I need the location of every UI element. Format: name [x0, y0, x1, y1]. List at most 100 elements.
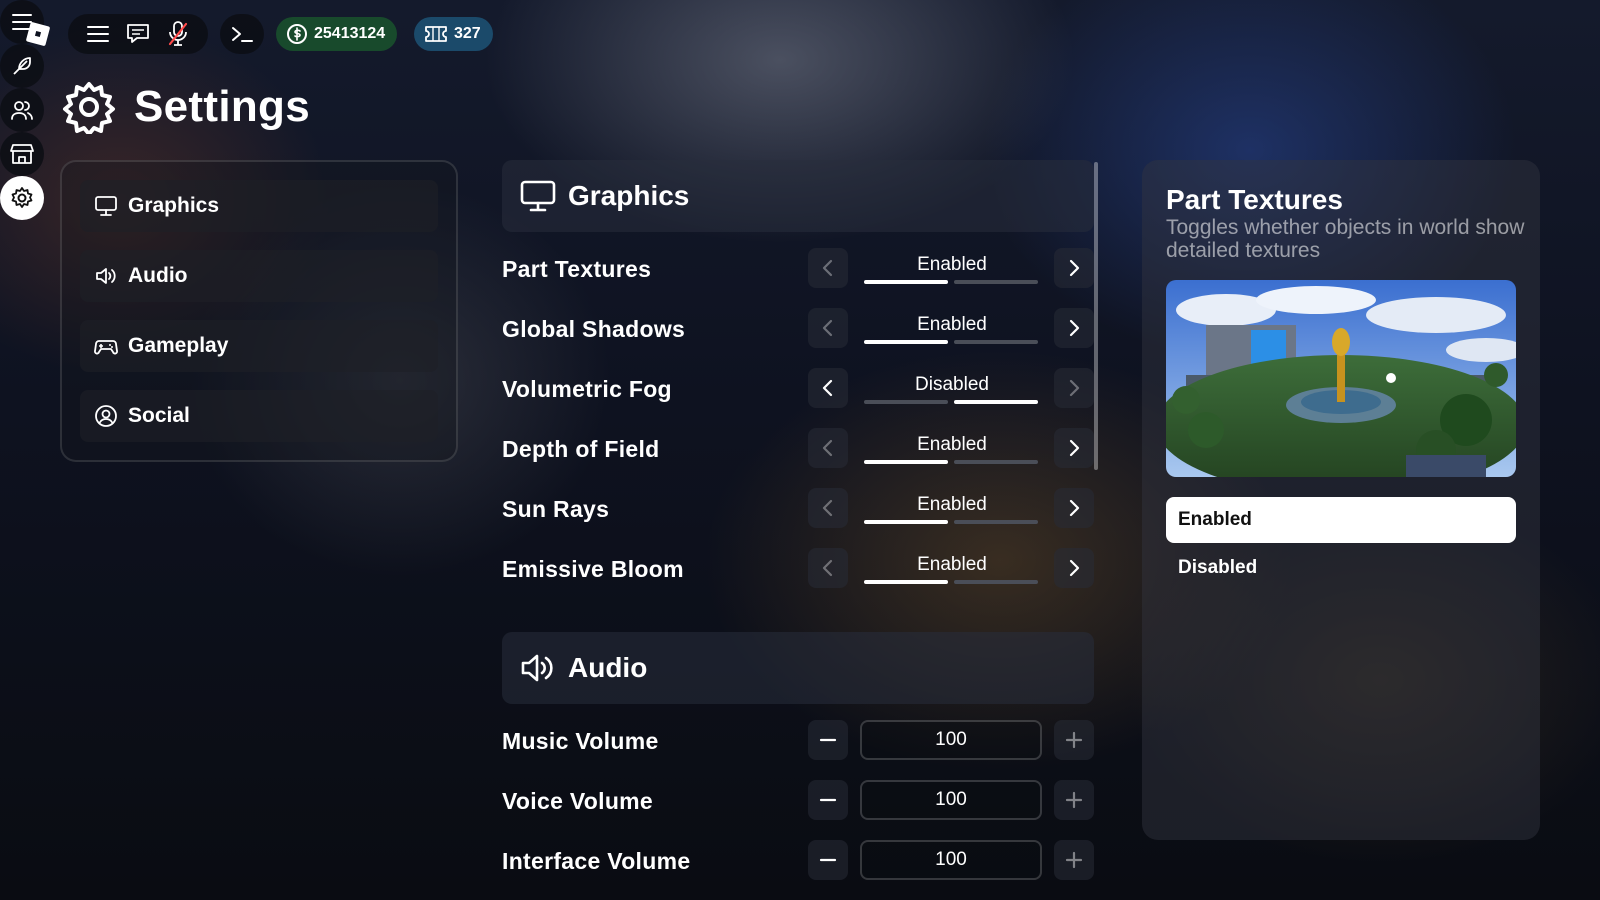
option-indicator-segment	[954, 400, 1038, 404]
sidebar-item-audio[interactable]: Audio	[80, 250, 438, 302]
decrease-volume-button[interactable]	[808, 720, 848, 760]
shop-button[interactable]	[0, 132, 44, 176]
monitor-icon	[95, 196, 117, 216]
settings-button[interactable]	[0, 176, 44, 220]
chevron-right-icon	[1069, 559, 1080, 577]
detail-option-disabled[interactable]: Disabled	[1166, 545, 1516, 591]
section-title: Graphics	[568, 180, 690, 211]
store-icon	[10, 144, 34, 164]
plus-icon	[1065, 791, 1083, 809]
user-circle-icon	[95, 405, 117, 427]
gear-icon	[11, 187, 33, 208]
option-indicator-segment	[864, 580, 948, 584]
volume-value-field[interactable]: 100	[860, 840, 1042, 880]
previous-option-button[interactable]	[808, 248, 848, 288]
ticket-icon	[425, 26, 447, 42]
volume-value-field[interactable]: 100	[860, 780, 1042, 820]
roblox-logo-button[interactable]	[18, 14, 58, 54]
setting-value: Enabled	[917, 254, 987, 275]
users-icon	[11, 101, 33, 120]
increase-volume-button[interactable]	[1054, 720, 1094, 760]
next-option-button[interactable]	[1054, 248, 1094, 288]
settings-scrollbar[interactable]	[1094, 162, 1098, 470]
plus-icon	[1065, 731, 1083, 749]
speaker-icon	[521, 654, 553, 682]
chevron-left-icon	[822, 439, 833, 457]
option-indicator-segment	[954, 340, 1038, 344]
graphics-section-header: Graphics	[502, 160, 1094, 232]
roblox-logo-icon	[26, 22, 50, 46]
decrease-volume-button[interactable]	[808, 840, 848, 880]
previous-option-button[interactable]	[808, 488, 848, 528]
page-title-text: Settings	[134, 82, 310, 131]
increase-volume-button[interactable]	[1054, 780, 1094, 820]
minus-icon	[819, 858, 837, 862]
chevron-right-icon	[1069, 499, 1080, 517]
sidebar-item-social[interactable]: Social	[80, 390, 438, 442]
increase-volume-button[interactable]	[1054, 840, 1094, 880]
option-indicator-segment	[954, 460, 1038, 464]
option-indicator-segment	[864, 340, 948, 344]
chevron-right-icon	[1069, 259, 1080, 277]
setting-value: Enabled	[917, 434, 987, 455]
monitor-icon	[520, 180, 556, 212]
chevron-right-icon	[1069, 319, 1080, 337]
plus-icon	[1065, 851, 1083, 869]
chevron-left-icon	[822, 319, 833, 337]
chevron-right-icon	[1069, 439, 1080, 457]
tickets-balance[interactable]: 327	[414, 17, 493, 51]
setting-label: Music Volume	[502, 728, 659, 754]
setting-label: Part Textures	[502, 256, 652, 282]
section-title: Audio	[568, 652, 648, 683]
setting-value: Disabled	[915, 374, 989, 395]
option-indicator-segment	[954, 520, 1038, 524]
option-indicator-segment	[954, 580, 1038, 584]
sidebar-item-label: Social	[128, 404, 190, 427]
next-option-button[interactable]	[1054, 548, 1094, 588]
next-option-button[interactable]	[1054, 428, 1094, 468]
volume-value-field[interactable]: 100	[860, 720, 1042, 760]
setting-label: Volumetric Fog	[502, 376, 672, 402]
chat-icon[interactable]	[118, 14, 158, 54]
next-option-button[interactable]	[1054, 368, 1094, 408]
gamepad-icon	[94, 340, 118, 355]
setting-label: Voice Volume	[502, 788, 654, 814]
console-button[interactable]	[220, 14, 264, 54]
minus-icon	[819, 798, 837, 802]
next-option-button[interactable]	[1054, 488, 1094, 528]
setting-label: Interface Volume	[502, 848, 691, 874]
setting-value: Enabled	[917, 314, 987, 335]
option-indicator-segment	[954, 280, 1038, 284]
setting-value: Enabled	[917, 554, 987, 575]
next-option-button[interactable]	[1054, 308, 1094, 348]
setting-label: Depth of Field	[502, 436, 660, 462]
friends-button[interactable]	[0, 88, 44, 132]
settings-sidebar: Graphics Audio Gameplay Social	[60, 160, 458, 462]
sidebar-item-gameplay[interactable]: Gameplay	[80, 320, 438, 372]
chevron-left-icon	[822, 499, 833, 517]
previous-option-button[interactable]	[808, 368, 848, 408]
sidebar-item-label: Audio	[128, 264, 188, 287]
sidebar-item-graphics[interactable]: Graphics	[80, 180, 438, 232]
chevron-left-icon	[822, 559, 833, 577]
option-indicator-segment	[864, 400, 948, 404]
robux-icon	[287, 24, 307, 44]
main-menu-group	[68, 14, 208, 54]
sidebar-item-label: Graphics	[128, 194, 220, 217]
speaker-icon	[96, 268, 116, 284]
option-indicator-segment	[864, 460, 948, 464]
robux-balance[interactable]: 25413124	[276, 17, 398, 51]
hamburger-menu-icon[interactable]	[78, 14, 118, 54]
setting-label: Sun Rays	[502, 496, 610, 522]
detail-title: Part Textures	[1166, 184, 1343, 215]
setting-label: Global Shadows	[502, 316, 686, 342]
detail-option-enabled[interactable]: Enabled	[1166, 497, 1516, 543]
robux-amount: 25413124	[314, 25, 386, 42]
minus-icon	[819, 738, 837, 742]
previous-option-button[interactable]	[808, 428, 848, 468]
decrease-volume-button[interactable]	[808, 780, 848, 820]
previous-option-button[interactable]	[808, 548, 848, 588]
option-indicator-segment	[864, 520, 948, 524]
previous-option-button[interactable]	[808, 308, 848, 348]
microphone-muted-icon[interactable]	[158, 14, 198, 54]
